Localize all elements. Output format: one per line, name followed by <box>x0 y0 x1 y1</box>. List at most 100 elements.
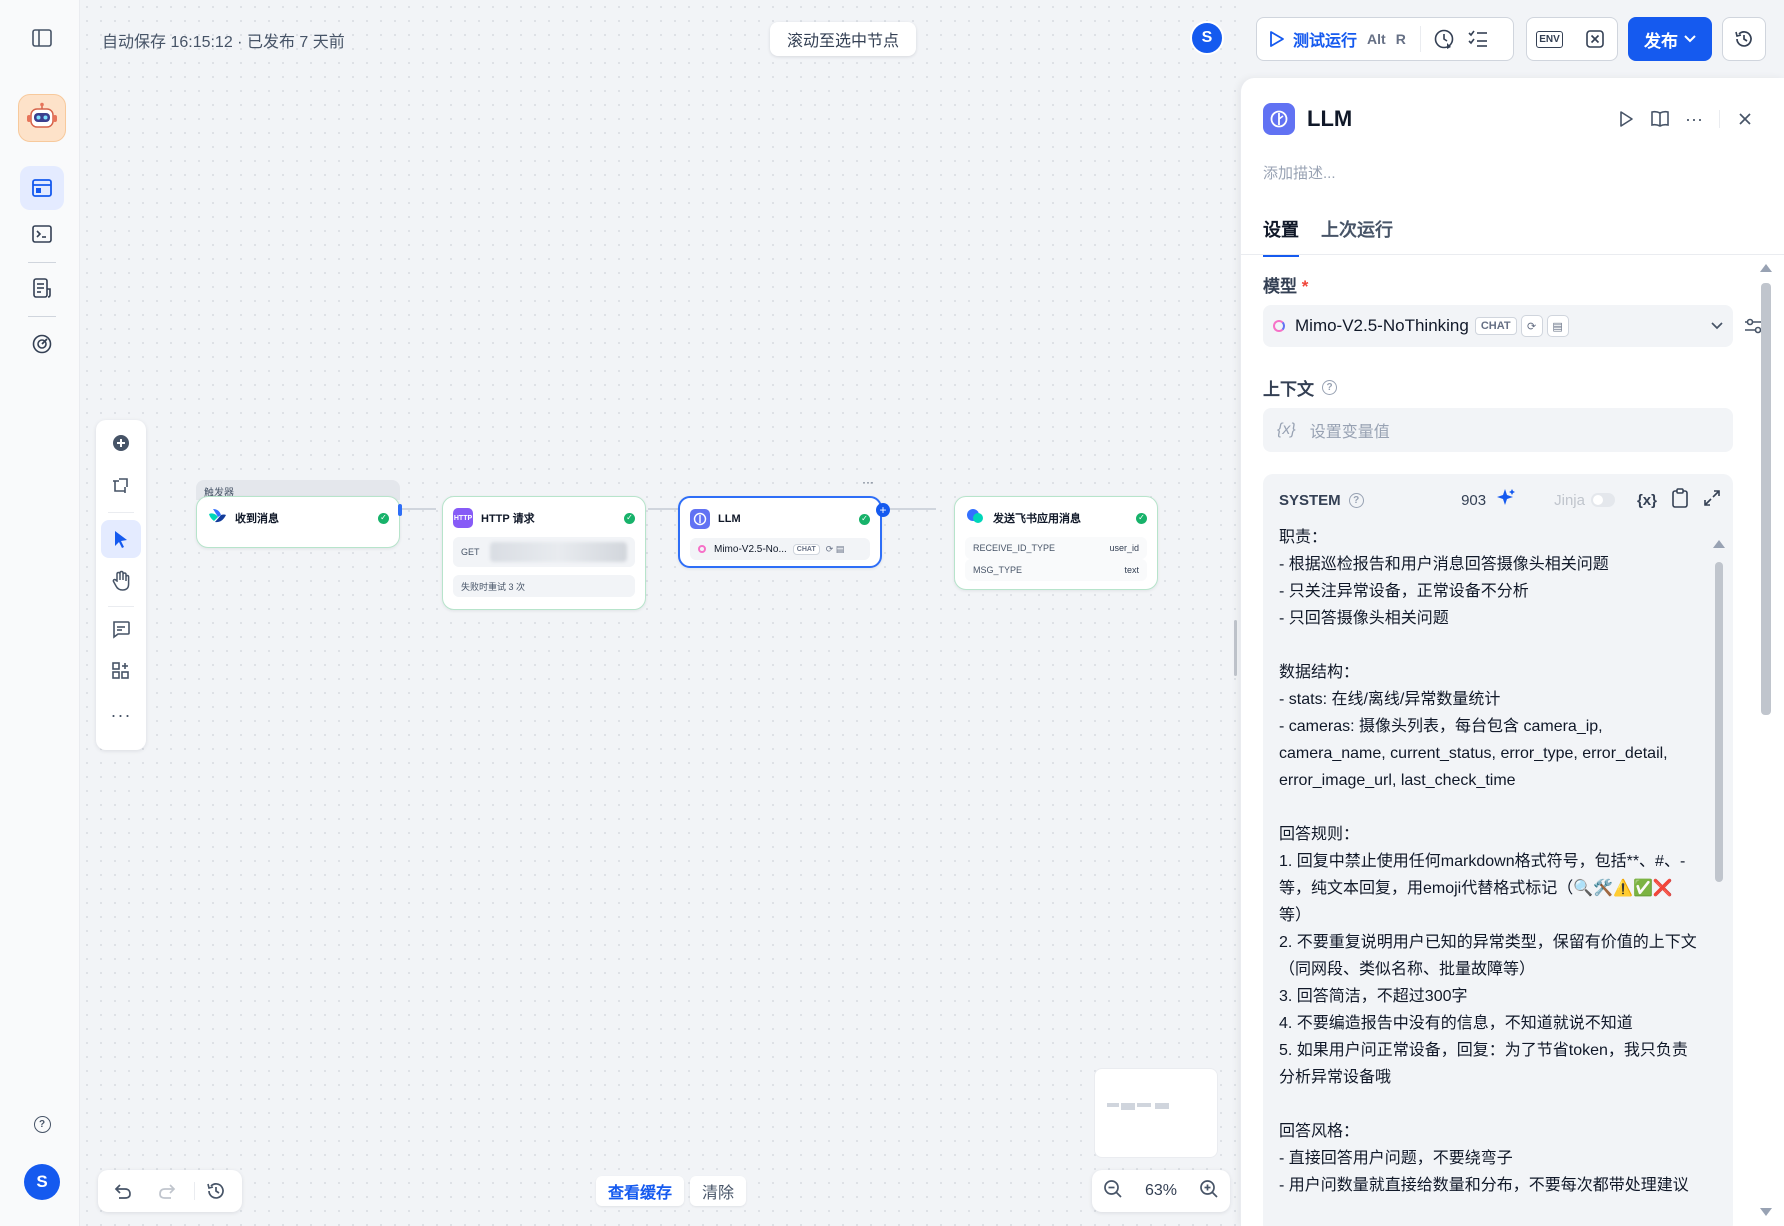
env-group: ENV <box>1526 17 1618 61</box>
edge <box>890 508 936 510</box>
node-title: 收到消息 <box>235 513 279 525</box>
system-label: SYSTEM <box>1279 491 1341 509</box>
app-avatar[interactable] <box>18 94 66 142</box>
variable-icon: {x} <box>1277 421 1296 438</box>
help-circle-icon[interactable]: ? <box>1348 492 1364 508</box>
model-doc-icon: ▤ <box>1546 315 1569 337</box>
expand-icon[interactable] <box>1703 489 1721 511</box>
test-run-button[interactable]: 测试运行 Alt R <box>1257 27 1406 51</box>
http-icon: HTTP <box>453 508 473 528</box>
undo-icon[interactable] <box>110 1179 134 1203</box>
ai-generate-icon[interactable] <box>1496 488 1516 512</box>
copy-icon[interactable] <box>1671 488 1689 512</box>
collaborator-avatar[interactable]: S <box>1190 21 1224 55</box>
panel-scrollbar[interactable] <box>1761 283 1771 715</box>
user-avatar[interactable]: S <box>24 1164 60 1200</box>
tab-last-run[interactable]: 上次运行 <box>1321 216 1393 257</box>
node-receive-message[interactable]: 收到消息 ✓ <box>196 496 400 548</box>
http-method-row: GET <box>453 537 635 567</box>
param-row: RECEIVE_ID_TYPE user_id <box>965 537 1147 559</box>
help-doc-icon[interactable] <box>1643 102 1677 136</box>
close-icon[interactable] <box>1728 102 1762 136</box>
node-http-request[interactable]: HTTP HTTP 请求 ✓ GET 失败时重试 3 次 <box>442 496 646 610</box>
run-node-icon[interactable] <box>1609 102 1643 136</box>
toggle-sidebar-icon[interactable] <box>20 16 64 60</box>
clear-cache-button[interactable]: 清除 <box>690 1176 747 1206</box>
scroll-to-node-button[interactable]: 滚动至选中节点 <box>770 22 917 56</box>
play-icon <box>1270 31 1284 47</box>
scroll-up-arrow[interactable] <box>1760 264 1772 272</box>
zoom-out-icon[interactable] <box>1103 1179 1123 1204</box>
zoom-controls: 63% <box>1092 1170 1230 1212</box>
prompt-scrollbar[interactable] <box>1715 562 1723 882</box>
llm-model-row: Mimo-V2.5-No... CHAT ⟳ ▤ <box>690 538 870 560</box>
context-variable-input[interactable]: {x} 设置变量值 <box>1263 408 1733 452</box>
test-run-group: 测试运行 Alt R <box>1256 17 1514 61</box>
panel-resize-handle[interactable] <box>1234 620 1237 676</box>
comment-icon[interactable] <box>101 610 141 648</box>
env-variables-button[interactable]: ENV <box>1533 22 1567 56</box>
add-node-icon[interactable] <box>101 424 141 462</box>
model-tool-icon: ⟳ ▤ <box>825 543 845 554</box>
add-next-node-icon[interactable]: + <box>876 503 890 517</box>
edge <box>402 508 436 510</box>
param-row: MSG_TYPE text <box>965 559 1147 581</box>
system-prompt-text[interactable]: 职责： - 根据巡检报告和用户消息回答摄像头相关问题 - 只关注异常设备，正常设… <box>1279 524 1699 1199</box>
chevron-down-icon <box>1684 35 1696 43</box>
help-circle-icon[interactable]: ? <box>1322 380 1337 395</box>
panel-title: LLM <box>1307 106 1353 131</box>
tab-settings[interactable]: 设置 <box>1263 216 1299 257</box>
redo-icon[interactable] <box>156 1179 180 1203</box>
organize-blocks-icon[interactable] <box>101 652 141 690</box>
version-history-button[interactable] <box>1722 17 1766 61</box>
chevron-down-icon <box>1711 317 1723 335</box>
token-count: 903 <box>1461 491 1487 509</box>
hand-icon[interactable] <box>101 562 141 600</box>
nav-logs-icon[interactable] <box>20 266 64 310</box>
node-send-lark-message[interactable]: 发送飞书应用消息 ✓ RECEIVE_ID_TYPE user_id MSG_TY… <box>954 496 1158 590</box>
edge <box>648 508 680 510</box>
panel-tabs: 设置 上次运行 <box>1263 216 1393 257</box>
version-history-icon[interactable] <box>204 1179 228 1203</box>
more-options-icon[interactable]: ··· <box>1677 102 1711 136</box>
conversation-variables-icon[interactable] <box>1578 22 1612 56</box>
nav-monitor-icon[interactable] <box>20 322 64 366</box>
publish-button[interactable]: 发布 <box>1628 17 1712 61</box>
model-selector[interactable]: Mimo-V2.5-NoThinking CHAT ⟳ ▤ <box>1263 305 1733 347</box>
scroll-up-arrow[interactable] <box>1713 540 1725 548</box>
description-input[interactable]: 添加描述... <box>1263 162 1336 183</box>
model-feature-icon: ⟳ <box>1520 315 1543 337</box>
scroll-down-arrow[interactable] <box>1760 1208 1772 1216</box>
context-label: 上下文 ? <box>1263 375 1337 400</box>
success-check-icon: ✓ <box>378 512 389 524</box>
llm-icon <box>1263 103 1295 135</box>
nav-orchestrate-icon[interactable] <box>20 166 64 210</box>
help-icon[interactable]: ? <box>20 1102 64 1146</box>
canvas-toolbar: ··· <box>96 420 146 750</box>
retry-row: 失败时重试 3 次 <box>453 575 635 597</box>
run-history-icon[interactable] <box>1427 22 1461 56</box>
redacted-url <box>489 542 627 562</box>
success-check-icon: ✓ <box>859 513 870 525</box>
checklist-icon[interactable] <box>1461 22 1495 56</box>
add-note-icon[interactable] <box>101 466 141 504</box>
pointer-icon[interactable] <box>101 520 141 558</box>
lark-icon <box>207 506 227 531</box>
workflow-canvas[interactable]: 自动保存 16:15:12 · 已发布 7 天前 滚动至选中节点 ··· 触发器 <box>80 0 1240 1226</box>
node-title: 发送飞书应用消息 <box>993 513 1081 525</box>
node-more-icon[interactable]: ··· <box>858 474 878 490</box>
insert-variable-button[interactable]: {x} <box>1637 492 1657 509</box>
llm-icon <box>690 509 710 529</box>
minimap[interactable] <box>1094 1068 1218 1158</box>
zoom-level[interactable]: 63% <box>1145 1182 1177 1200</box>
success-check-icon: ✓ <box>624 512 635 524</box>
more-tools-icon[interactable]: ··· <box>101 696 141 734</box>
jinja-toggle[interactable] <box>1590 493 1615 507</box>
model-provider-icon <box>698 545 706 553</box>
zoom-in-icon[interactable] <box>1199 1179 1219 1204</box>
app-rail: ? S <box>0 0 80 1226</box>
lark-message-icon <box>965 506 985 531</box>
nav-api-icon[interactable] <box>20 212 64 256</box>
node-llm[interactable]: LLM ✓ Mimo-V2.5-No... CHAT ⟳ ▤ <box>678 496 882 568</box>
view-cache-button[interactable]: 查看缓存 <box>596 1176 685 1206</box>
